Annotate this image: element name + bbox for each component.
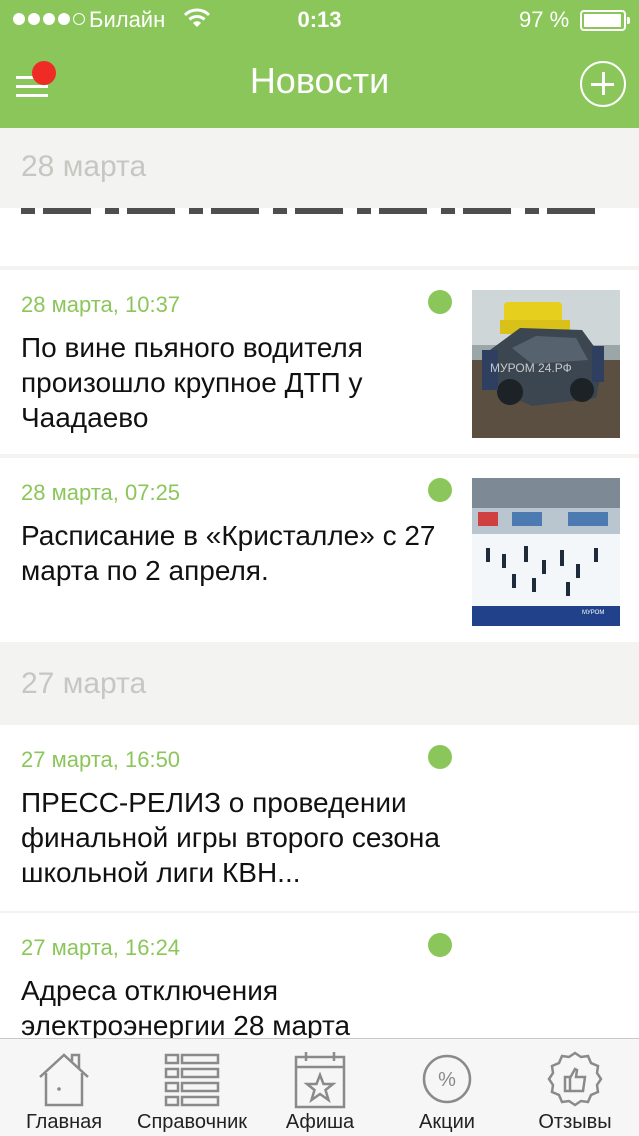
unread-indicator [428,290,452,314]
news-title: Адреса отключения электроэнергии 28 март… [21,975,351,1038]
tab-label: Отзывы [538,1111,612,1133]
tab-label: Афиша [285,1111,355,1133]
tab-label: Акции [419,1111,475,1133]
section-header: 27 марта [0,645,639,725]
news-item[interactable]: 28 марта, 10:37 По вине пьяного водителя… [0,270,639,454]
news-date: 28 марта, 10:37 [21,292,181,317]
add-button[interactable] [580,61,626,107]
tab-reviews[interactable]: Отзывы [511,1039,639,1136]
news-item-partial[interactable] [0,208,639,266]
battery-percent: 97 % [519,7,570,32]
section-header: 28 марта [0,128,639,208]
top-bar: Билайн 0:13 97 % Новости [0,0,639,128]
svg-text:%: % [438,1069,456,1091]
calendar-star-icon [294,1052,346,1109]
news-item[interactable]: 27 марта, 16:50 ПРЕСС-РЕЛИЗ о проведении… [0,725,639,911]
tab-promotions[interactable]: % Акции [383,1039,511,1136]
unread-indicator [428,478,452,502]
section-date: 27 марта [21,667,147,700]
news-title: По вине пьяного водителя произошло крупн… [21,332,363,433]
home-icon [39,1053,89,1107]
news-date: 28 марта, 07:25 [21,480,181,505]
news-thumbnail: МУРОМ [472,478,620,626]
page-title: Новости [249,60,390,101]
thumbs-up-badge-icon [547,1051,603,1107]
unread-indicator [428,745,452,769]
tab-label: Справочник [137,1111,247,1133]
section-date: 28 марта [21,150,147,183]
tab-label: Главная [25,1111,103,1133]
news-date: 27 марта, 16:50 [21,747,181,772]
clipped-text [21,208,601,214]
tab-home[interactable]: Главная [0,1039,128,1136]
svg-text:МУРОМ 24.РФ: МУРОМ 24.РФ [490,361,572,375]
percent-icon: % [422,1054,472,1104]
news-title: Расписание в «Кристалле» с 27 марта по 2… [21,520,436,586]
tab-bar: Главная Справочник Афиша % Акции Отзывы [0,1038,639,1136]
battery-icon [580,10,630,31]
list-icon [164,1053,220,1107]
news-date: 27 марта, 16:24 [21,935,181,960]
news-title: ПРЕСС-РЕЛИЗ о проведении финальной игры … [21,787,440,888]
unread-indicator [428,933,452,957]
news-item[interactable]: 28 марта, 07:25 Расписание в «Кристалле»… [0,458,639,642]
news-item[interactable]: 27 марта, 16:24 Адреса отключения электр… [0,913,639,1038]
tab-directory[interactable]: Справочник [128,1039,256,1136]
news-thumbnail: МУРОМ 24.РФ [472,290,620,438]
status-bar: Билайн 0:13 97 % [0,0,639,40]
tab-events[interactable]: Афиша [256,1039,384,1136]
svg-text:МУРОМ: МУРОМ [582,610,604,616]
